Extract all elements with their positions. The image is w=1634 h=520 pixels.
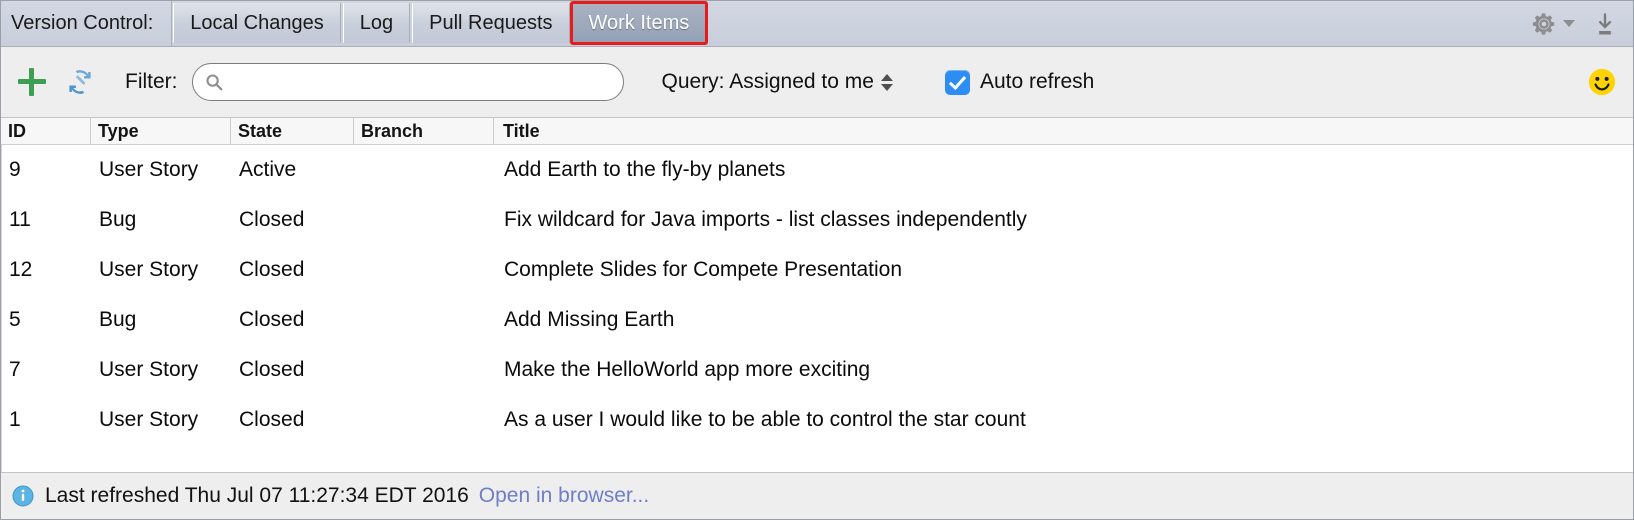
search-icon [203, 71, 225, 93]
cell-title: Complete Slides for Compete Presentation [504, 258, 903, 281]
tab-bar: Version Control: Local Changes Log Pull … [1, 1, 1633, 47]
cell-id: 5 [9, 308, 21, 331]
cell-title: Fix wildcard for Java imports - list cla… [504, 208, 1027, 231]
work-items-table-header: ID Type State Branch Title [1, 118, 1633, 145]
info-icon [11, 484, 35, 508]
cell-title: Add Missing Earth [504, 308, 675, 331]
table-row[interactable]: 5 Bug Closed Add Missing Earth [2, 295, 1633, 345]
query-selector[interactable]: Query: Assigned to me [662, 70, 893, 94]
cell-id: 9 [9, 158, 21, 181]
cell-type: Bug [99, 308, 137, 331]
column-header-branch[interactable]: Branch [354, 118, 494, 144]
cell-title: Make the HelloWorld app more exciting [504, 358, 871, 381]
status-message: Last refreshed Thu Jul 07 11:27:34 EDT 2… [45, 484, 469, 507]
cell-state: Closed [239, 258, 305, 281]
cell-title: As a user I would like to be able to con… [504, 408, 1026, 431]
filter-search-field[interactable] [191, 63, 624, 101]
refresh-icon[interactable] [65, 67, 95, 97]
table-row[interactable]: 7 User Story Closed Make the HelloWorld app… [2, 345, 1633, 395]
query-label: Query: Assigned to me [661, 70, 874, 93]
table-row[interactable]: 9 User Story Active Add Earth to the fly-by… [2, 145, 1633, 195]
cell-state: Closed [239, 208, 305, 231]
search-input[interactable] [224, 64, 623, 100]
tab-log[interactable]: Log [342, 3, 411, 43]
auto-refresh-label: Auto refresh [979, 70, 1095, 93]
tab-bar-tools [1529, 1, 1633, 46]
auto-refresh-control[interactable]: Auto refresh [944, 69, 1095, 95]
cell-id: 11 [9, 208, 31, 231]
auto-refresh-checkbox[interactable] [944, 69, 970, 95]
tab-work-items[interactable]: Work Items [569, 1, 709, 45]
stepper-arrows-icon[interactable] [880, 73, 893, 91]
table-row[interactable]: 1 User Story Closed As a user I would like … [2, 395, 1633, 445]
open-in-browser-link[interactable]: Open in browser... [479, 484, 649, 508]
column-header-type[interactable]: Type [91, 118, 231, 144]
panel-title: Version Control: [1, 1, 173, 46]
cell-type: Bug [99, 208, 137, 231]
cell-title: Add Earth to the fly-by planets [504, 158, 786, 181]
cell-state: Closed [239, 308, 305, 331]
tab-pull-requests[interactable]: Pull Requests [412, 3, 570, 43]
cell-id: 1 [9, 408, 21, 431]
cell-state: Closed [239, 408, 305, 431]
cell-type: User Story [99, 408, 199, 431]
work-items-table-body: 9 User Story Active Add Earth to the fly-by… [1, 145, 1633, 472]
cell-state: Closed [239, 358, 305, 381]
filter-label: Filter: [125, 70, 178, 93]
cell-state: Active [239, 158, 297, 181]
column-header-title[interactable]: Title [494, 118, 1633, 144]
cell-id: 7 [9, 358, 21, 381]
table-row[interactable]: 12 User Story Closed Complete Slides for Co… [2, 245, 1633, 295]
cell-type: User Story [99, 358, 199, 381]
cell-id: 12 [9, 258, 33, 281]
settings-gear-icon[interactable] [1529, 9, 1575, 39]
status-bar: Last refreshed Thu Jul 07 11:27:34 EDT 2… [1, 472, 1633, 519]
smiley-face-icon[interactable] [1587, 67, 1617, 97]
add-work-item-icon[interactable] [15, 65, 49, 99]
table-row[interactable]: 11 Bug Closed Fix wildcard for Java imports… [2, 195, 1633, 245]
cell-type: User Story [99, 158, 199, 181]
column-header-state[interactable]: State [231, 118, 354, 144]
column-header-id[interactable]: ID [1, 118, 91, 144]
version-control-work-items-panel: Version Control: Local Changes Log Pull … [0, 0, 1634, 520]
filter-toolbar: Filter: Query: Assigned to me Auto refre… [1, 47, 1633, 118]
chevron-down-icon[interactable] [1563, 20, 1575, 27]
hide-panel-icon[interactable] [1591, 10, 1619, 38]
tab-local-changes[interactable]: Local Changes [173, 3, 341, 43]
cell-type: User Story [99, 258, 199, 281]
tab-bar-spacer [707, 1, 1529, 46]
